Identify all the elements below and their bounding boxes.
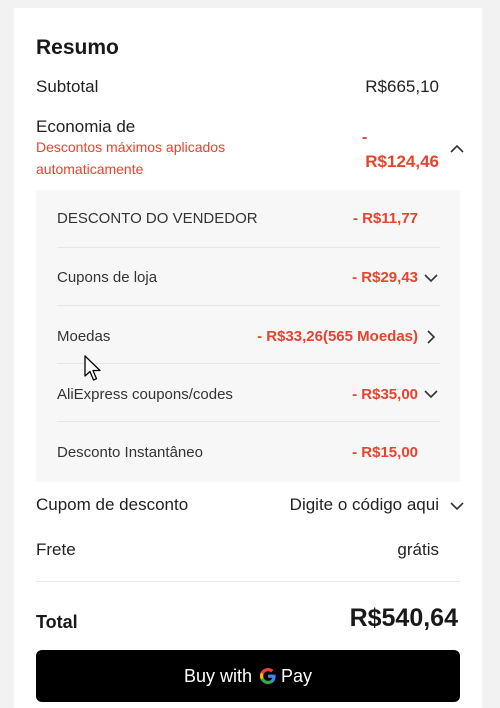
discount-value: - R$33,26(565 Moedas) bbox=[257, 328, 418, 345]
savings-label: Economia de bbox=[36, 117, 136, 136]
coupon-code-input[interactable]: Digite o código aqui bbox=[290, 495, 439, 515]
discount-label: Moedas bbox=[57, 328, 111, 345]
discount-label: Desconto Instantâneo bbox=[57, 444, 203, 461]
total-value: R$540,64 bbox=[349, 604, 458, 632]
savings-minus-sign: - bbox=[362, 129, 368, 146]
savings-value: R$124,46 bbox=[365, 152, 439, 171]
total-label: Total bbox=[36, 612, 78, 632]
pay-button-prefix: Buy with bbox=[183, 665, 252, 686]
discount-label: AliExpress coupons/codes bbox=[57, 386, 233, 403]
subtotal-label: Subtotal bbox=[36, 77, 99, 96]
shipping-label: Frete bbox=[36, 540, 76, 559]
summary-title: Resumo bbox=[36, 36, 119, 59]
chevron-down-icon[interactable] bbox=[423, 270, 439, 286]
discount-row-store-coupons[interactable]: Cupons de loja - R$29,43 bbox=[36, 248, 460, 306]
discount-breakdown-panel: DESCONTO DO VENDEDOR - R$11,77 Cupons de… bbox=[36, 190, 460, 482]
divider bbox=[36, 581, 460, 582]
google-pay-button[interactable]: Buy with Pay bbox=[36, 650, 460, 702]
discount-value: - R$29,43 bbox=[352, 269, 418, 286]
google-g-icon bbox=[260, 668, 276, 684]
chevron-up-icon[interactable] bbox=[449, 141, 465, 157]
chevron-down-icon[interactable] bbox=[423, 386, 439, 402]
pay-button-brand: Pay bbox=[281, 665, 313, 686]
savings-note: Descontos máximos aplicados automaticame… bbox=[36, 139, 226, 177]
discount-row-seller: DESCONTO DO VENDEDOR - R$11,77 bbox=[36, 190, 460, 248]
discount-row-instant: Desconto Instantâneo - R$15,00 bbox=[36, 422, 460, 480]
chevron-down-icon[interactable] bbox=[449, 498, 465, 514]
mouse-cursor-icon bbox=[84, 355, 101, 381]
shipping-value: grátis bbox=[397, 540, 439, 559]
discount-label: Cupons de loja bbox=[57, 269, 158, 286]
discount-label: DESCONTO DO VENDEDOR bbox=[57, 210, 258, 227]
chevron-right-icon[interactable] bbox=[423, 329, 439, 345]
subtotal-value: R$665,10 bbox=[365, 77, 439, 96]
discount-value: - R$15,00 bbox=[352, 444, 418, 461]
coupon-label: Cupom de desconto bbox=[36, 495, 189, 514]
discount-value: - R$11,77 bbox=[352, 210, 418, 227]
discount-value: - R$35,00 bbox=[352, 386, 418, 403]
